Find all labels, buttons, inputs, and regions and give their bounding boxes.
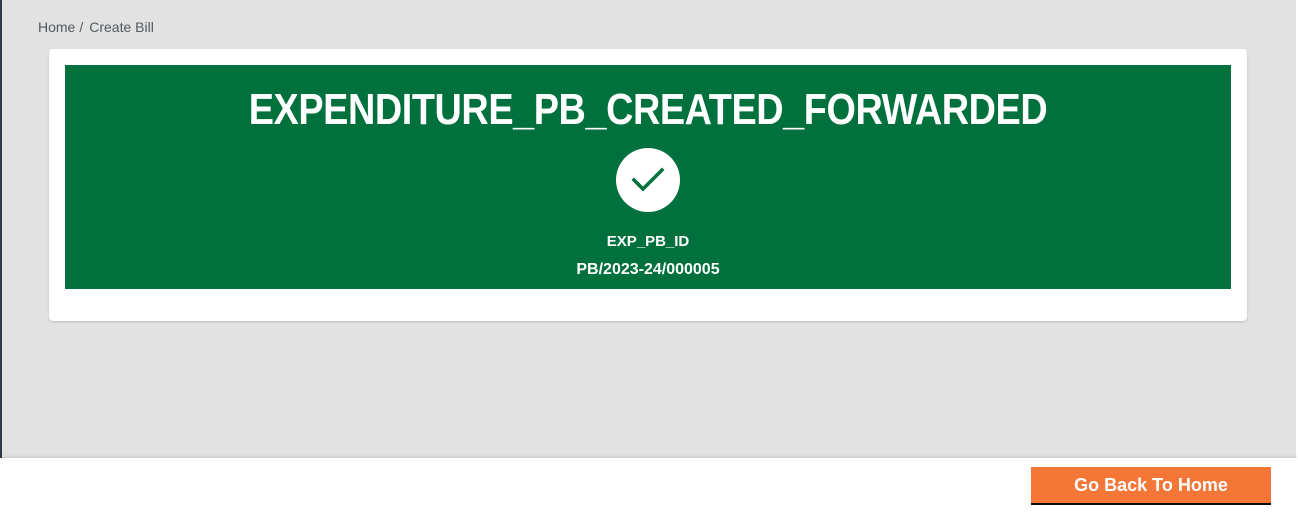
breadcrumb-home-link[interactable]: Home (38, 19, 75, 35)
breadcrumb-current: Create Bill (89, 19, 154, 35)
banner-title: EXPENDITURE_PB_CREATED_FORWARDED (248, 85, 1048, 134)
breadcrumb-separator: / (79, 19, 84, 35)
breadcrumb: Home / Create Bill (38, 19, 154, 35)
bill-id-value: PB/2023-24/000005 (576, 261, 720, 278)
go-back-home-button[interactable]: Go Back To Home (1031, 467, 1271, 505)
success-card: EXPENDITURE_PB_CREATED_FORWARDED EXP_PB_… (49, 49, 1247, 321)
check-icon (616, 148, 680, 212)
success-banner: EXPENDITURE_PB_CREATED_FORWARDED EXP_PB_… (65, 65, 1231, 289)
action-bar: Go Back To Home (0, 458, 1298, 517)
bill-id-label: EXP_PB_ID (606, 233, 690, 250)
left-edge-border (0, 0, 2, 458)
check-mark-glyph (631, 167, 665, 192)
